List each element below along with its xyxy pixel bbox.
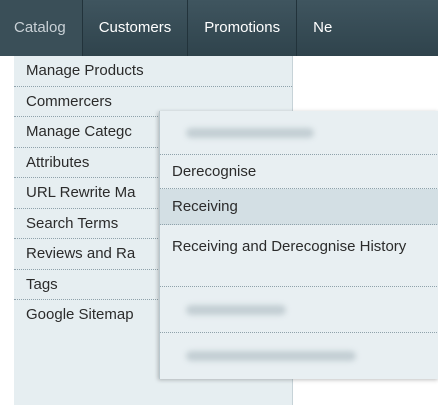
nav-tab-catalog[interactable]: Catalog — [0, 0, 83, 56]
submenu-item-blurred-1[interactable] — [160, 111, 438, 155]
top-navigation-bar: Catalog Customers Promotions Ne — [0, 0, 438, 56]
submenu-item-blurred-2[interactable] — [160, 287, 438, 333]
nav-tab-newsletter[interactable]: Ne — [297, 0, 348, 56]
nav-tab-customers[interactable]: Customers — [83, 0, 189, 56]
submenu-item-blurred-3[interactable] — [160, 333, 438, 379]
submenu-item-receiving[interactable]: Receiving — [160, 189, 438, 225]
submenu-item-receiving-derecognise-history[interactable]: Receiving and Derecognise History — [160, 225, 438, 287]
blurred-label — [186, 305, 286, 315]
nav-tab-promotions[interactable]: Promotions — [188, 0, 298, 56]
blurred-label — [186, 351, 356, 361]
commercers-submenu: Derecognise Receiving Receiving and Dere… — [159, 111, 438, 379]
blurred-label — [186, 128, 314, 138]
menu-item-manage-products[interactable]: Manage Products — [14, 56, 292, 87]
submenu-item-derecognise[interactable]: Derecognise — [160, 155, 438, 189]
